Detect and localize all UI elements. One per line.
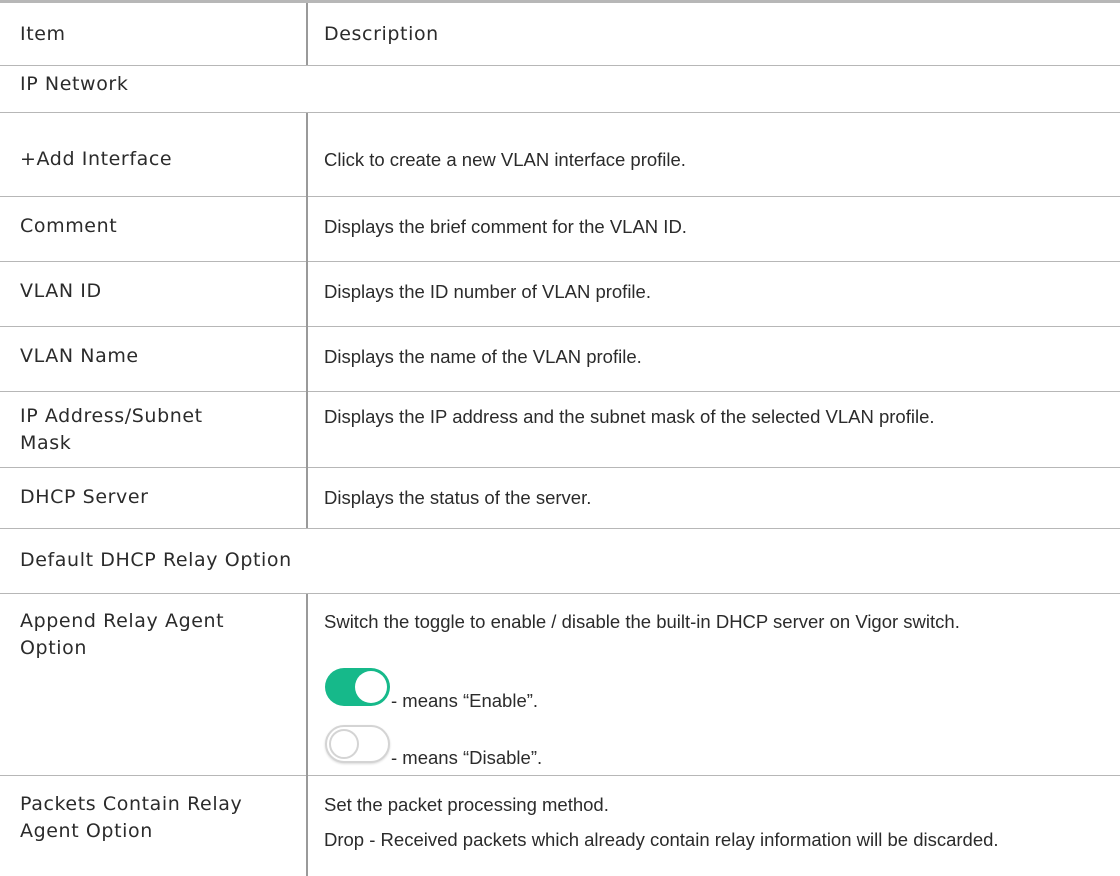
row-item-add-interface: +Add Interface	[20, 148, 173, 170]
divider	[0, 112, 1120, 113]
column-divider	[306, 113, 308, 528]
section-title-default-dhcp-relay: Default DHCP Relay Option	[20, 549, 292, 571]
toggle-knob	[329, 729, 359, 759]
toggle-knob	[355, 671, 387, 703]
row-desc-dhcp-server: Displays the status of the server.	[324, 487, 592, 508]
row-desc-packets-contain-relay-agent-option: Set the packet processing method.	[324, 794, 609, 815]
row-desc-vlan-id: Displays the ID number of VLAN profile.	[324, 281, 651, 302]
divider	[0, 593, 1120, 594]
row-desc-ip-address-subnet-mask: Displays the IP address and the subnet m…	[324, 406, 935, 427]
row-item-append-relay-agent-option: Append Relay Agent Option	[20, 610, 225, 659]
row-item-comment: Comment	[20, 215, 118, 237]
toggle-disabled-icon	[325, 725, 390, 763]
table-top-border	[0, 0, 1120, 3]
row-item-dhcp-server: DHCP Server	[20, 486, 149, 508]
toggle-enabled-icon	[325, 668, 390, 706]
row-item-vlan-name: VLAN Name	[20, 345, 139, 367]
row-item-vlan-id: VLAN ID	[20, 280, 102, 302]
header-item: Item	[20, 23, 66, 45]
row-desc-add-interface: Click to create a new VLAN interface pro…	[324, 149, 686, 170]
divider	[0, 775, 1120, 776]
row-desc-packets-drop: Drop - Received packets which already co…	[324, 829, 999, 850]
row-desc-vlan-name: Displays the name of the VLAN profile.	[324, 346, 642, 367]
description-table: Item Description IP Network +Add Interfa…	[0, 0, 1120, 876]
section-title-ip-network: IP Network	[20, 73, 129, 95]
divider	[0, 261, 1120, 262]
row-desc-append-relay-agent-option: Switch the toggle to enable / disable th…	[324, 611, 960, 632]
toggle-disable-text: - means “Disable”.	[391, 747, 543, 768]
divider	[0, 467, 1120, 468]
divider	[0, 391, 1120, 392]
divider	[0, 528, 1120, 529]
row-item-ip-address-subnet-mask: IP Address/Subnet Mask	[20, 405, 203, 454]
divider	[0, 196, 1120, 197]
column-divider	[306, 594, 308, 876]
header-description: Description	[324, 23, 439, 45]
row-item-packets-contain-relay-agent-option: Packets Contain Relay Agent Option	[20, 793, 243, 842]
divider	[0, 65, 1120, 66]
toggle-enable-text: - means “Enable”.	[391, 690, 539, 711]
divider	[0, 326, 1120, 327]
row-desc-comment: Displays the brief comment for the VLAN …	[324, 216, 687, 237]
column-divider	[306, 3, 308, 65]
